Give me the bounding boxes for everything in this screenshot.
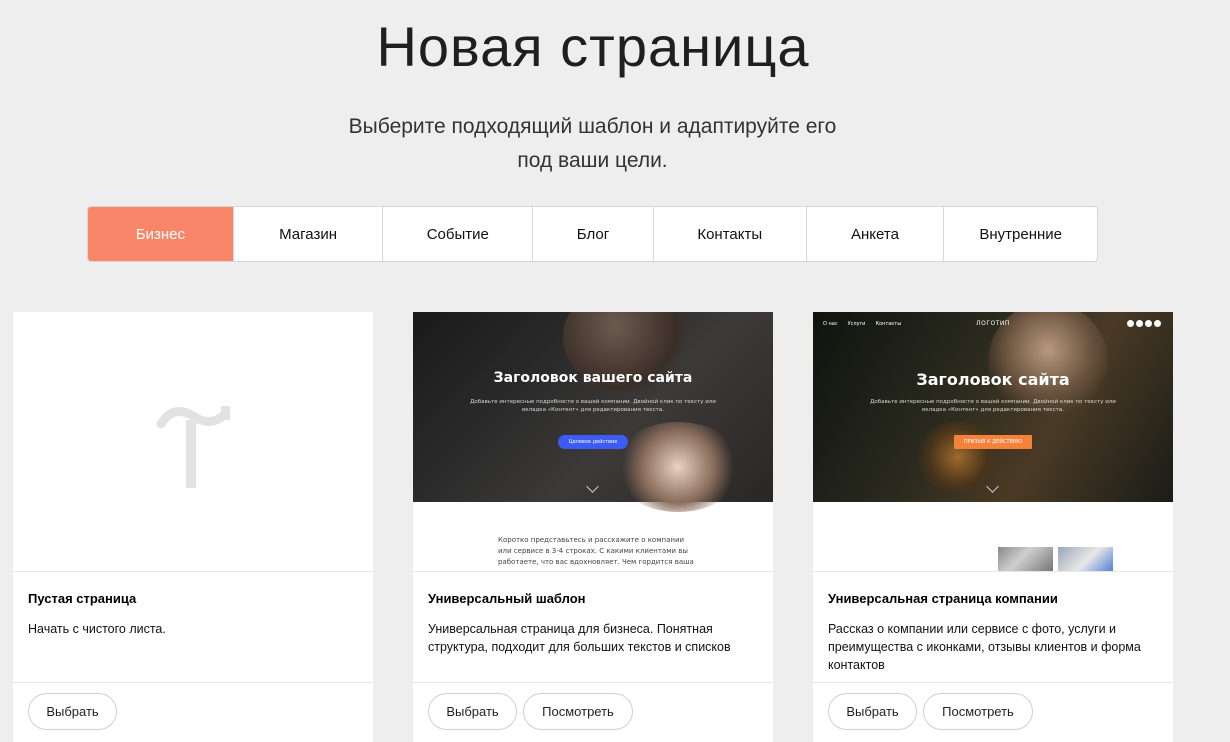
view-button[interactable]: Посмотреть [523,693,633,730]
preview-thumbnail [1058,547,1113,571]
tab-blog[interactable]: Блог [533,207,654,261]
select-button[interactable]: Выбрать [28,693,117,730]
preview-body-text: Коротко представьтесь и расскажите о ком… [498,536,694,571]
template-actions: Выбрать Посмотреть [813,683,1173,740]
template-description: Универсальная страница для бизнеса. Поня… [428,622,731,654]
template-actions: Выбрать Посмотреть [413,683,773,740]
tab-contacts[interactable]: Контакты [654,207,807,261]
new-page-screen: Новая страница Выберите подходящий шабло… [0,0,1230,742]
hero-title: Заголовок сайта [916,370,1070,389]
vk-icon [1145,320,1152,327]
view-button[interactable]: Посмотреть [923,693,1033,730]
template-actions: Выбрать [13,683,373,740]
template-info: Универсальный шаблон Универсальная стран… [413,572,773,683]
hero-photo-hand [613,422,743,512]
hero-text: Добавьте интересные подробности о вашей … [870,399,1116,413]
hero-cta-button: Целевое действие [558,435,628,449]
category-tabs: Бизнес Магазин Событие Блог Контакты Анк… [87,206,1098,262]
tab-business[interactable]: Бизнес [88,207,234,261]
social-icons [1127,320,1161,327]
page-subtitle: Выберите подходящий шаблон и адаптируйте… [348,115,837,172]
select-button[interactable]: Выбрать [428,693,517,730]
hero-cta-button: ПРИЗЫВ К ДЕЙСТВИЮ [954,435,1032,449]
twitter-icon [1136,320,1143,327]
email-icon [1154,320,1161,327]
hero-title: Заголовок вашего сайта [493,370,693,386]
template-title: Пустая страница [28,591,137,606]
tab-shop[interactable]: Магазин [234,207,384,261]
template-card-universal: Заголовок вашего сайта Добавьте интересн… [413,312,773,742]
page-title: Новая страница [376,15,810,78]
template-title: Универсальная страница компании [828,591,1058,606]
template-card-blank: Пустая страница Начать с чистого листа. … [13,312,373,742]
tab-event[interactable]: Событие [383,207,534,261]
template-info: Универсальная страница компании Рассказ … [813,572,1173,683]
template-card-company: О нас Услуги Контакты ЛОГОТИП Заголовок … [813,312,1173,742]
tab-survey[interactable]: Анкета [807,207,945,261]
preview-logo: ЛОГОТИП [976,320,1010,327]
tab-internal[interactable]: Внутренние [944,207,1097,261]
preview-thumbnail [998,547,1053,571]
template-info: Пустая страница Начать с чистого листа. [13,572,373,683]
template-description: Рассказ о компании или сервисе с фото, у… [828,622,1141,672]
template-description: Начать с чистого листа. [28,622,166,636]
template-preview[interactable] [13,312,373,572]
template-preview[interactable]: О нас Услуги Контакты ЛОГОТИП Заголовок … [813,312,1173,572]
tilda-logo-icon [156,406,230,488]
facebook-icon [1127,320,1134,327]
hero-text: Добавьте интересные подробности о вашей … [470,399,716,413]
template-preview[interactable]: Заголовок вашего сайта Добавьте интересн… [413,312,773,572]
select-button[interactable]: Выбрать [828,693,917,730]
template-title: Универсальный шаблон [428,591,586,606]
